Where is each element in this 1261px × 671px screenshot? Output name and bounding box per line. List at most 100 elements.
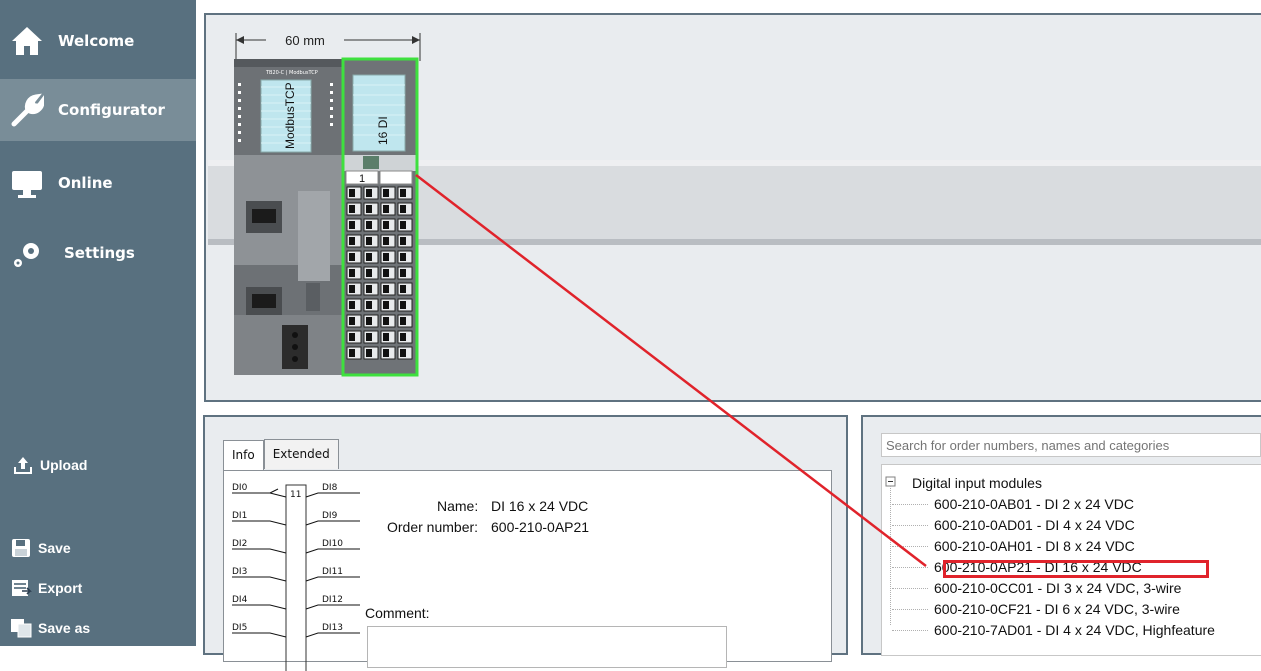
diagram-right-1: DI9: [322, 511, 338, 521]
name-value: DI 16 x 24 VDC: [491, 498, 589, 514]
terminal-hole: [366, 317, 372, 325]
terminal-hole: [349, 205, 355, 213]
name-label: Name:: [437, 498, 479, 514]
tree-item[interactable]: 600-210-7AD01 - DI 4 x 24 VDC, Highfeatu…: [934, 622, 1215, 638]
width-dimension-label: 60 mm: [285, 33, 325, 48]
save-button[interactable]: Save: [10, 538, 71, 558]
cpu-label: ModbusTCP: [283, 82, 297, 149]
terminal-hole: [383, 285, 389, 293]
save-as-icon: [11, 619, 32, 638]
terminal-hole: [383, 301, 389, 309]
terminal-hole: [383, 189, 389, 197]
io-diagram: DI0 DI1 DI2 DI3 DI4 DI5 DI8 DI9 DI10 DI1…: [232, 483, 360, 671]
monitor-icon: [12, 171, 42, 198]
diagram-marker: 11: [290, 490, 301, 500]
terminal-hole: [400, 285, 406, 293]
terminal-hole: [400, 237, 406, 245]
cpu-module[interactable]: TB20-C | ModbusTCP ModbusTCP: [234, 59, 342, 375]
nav-welcome[interactable]: Welcome: [0, 10, 196, 72]
diagram-right-3: DI11: [322, 567, 343, 577]
terminal-hole: [400, 301, 406, 309]
info-panel: Info Extended DI0 DI1 DI2 DI3 DI4 DI5 DI…: [203, 415, 848, 671]
wrench-icon: [11, 93, 44, 127]
terminal-hole: [349, 285, 355, 293]
terminal-hole: [383, 253, 389, 261]
terminal-hole: [349, 189, 355, 197]
terminal-hole: [383, 333, 389, 341]
terminal-hole: [400, 253, 406, 261]
catalog-panel: Digital input modules 600-210-0AB01 - DI…: [861, 415, 1261, 656]
terminal-hole: [383, 205, 389, 213]
nav-settings[interactable]: Settings: [0, 222, 196, 284]
save-as-label: Save as: [38, 620, 91, 636]
catalog-search-input[interactable]: [881, 433, 1261, 457]
nav-configurator-label: Configurator: [58, 101, 165, 119]
terminal-hole: [400, 317, 406, 325]
terminal-hole: [366, 333, 372, 341]
floppy-icon: [12, 539, 30, 557]
terminal-hole: [383, 269, 389, 277]
rack-view: 60 mm TB20-C | ModbusTCP ModbusTCP 16 DI…: [208, 32, 1261, 377]
terminal-hole: [366, 237, 372, 245]
tree-connector: [892, 567, 928, 568]
tab-extended[interactable]: Extended: [263, 439, 339, 469]
comment-label: Comment:: [365, 605, 430, 621]
tree-item[interactable]: 600-210-0AD01 - DI 4 x 24 VDC: [934, 517, 1135, 533]
tree-category-digital-input[interactable]: Digital input modules: [912, 475, 1042, 491]
info-tabs: Info Extended: [223, 439, 339, 470]
tree-item[interactable]: 600-210-0CC01 - DI 3 x 24 VDC, 3-wire: [934, 580, 1181, 596]
terminal-hole: [349, 253, 355, 261]
tab-info[interactable]: Info: [223, 440, 264, 470]
diagram-left-5: DI5: [232, 623, 247, 633]
tree-item[interactable]: 600-210-0AB01 - DI 2 x 24 VDC: [934, 496, 1134, 512]
terminal-hole: [383, 221, 389, 229]
terminal-hole: [400, 221, 406, 229]
terminal-hole: [400, 269, 406, 277]
export-button[interactable]: Export: [10, 578, 82, 598]
tree-item[interactable]: 600-210-0AH01 - DI 8 x 24 VDC: [934, 538, 1135, 554]
tree-item[interactable]: 600-210-0CF21 - DI 6 x 24 VDC, 3-wire: [934, 601, 1180, 617]
diagram-left-2: DI2: [232, 539, 247, 549]
nav-settings-label: Settings: [64, 244, 135, 262]
export-label: Export: [38, 580, 83, 596]
catalog-tree: Digital input modules 600-210-0AB01 - DI…: [881, 464, 1261, 656]
tree-connector: [892, 546, 928, 547]
order-number-label: Order number:: [387, 519, 479, 535]
terminal-hole: [400, 333, 406, 341]
terminal-hole: [366, 301, 372, 309]
tree-connector: [892, 630, 928, 631]
info-tab-body: DI0 DI1 DI2 DI3 DI4 DI5 DI8 DI9 DI10 DI1…: [223, 470, 832, 671]
nav-configurator[interactable]: Configurator: [0, 79, 196, 141]
tree-connector: [892, 504, 928, 505]
upload-icon: [14, 457, 32, 474]
terminal-hole: [366, 205, 372, 213]
terminal-hole: [383, 237, 389, 245]
terminal-hole: [366, 253, 372, 261]
tree-connector: [892, 588, 928, 589]
home-icon: [12, 27, 42, 55]
slot-number: 1: [359, 173, 365, 185]
nav-welcome-label: Welcome: [58, 32, 135, 50]
selection-highlight-box: [943, 560, 1209, 578]
diagram-right-2: DI10: [322, 539, 343, 549]
terminal-hole: [349, 349, 355, 357]
terminal-hole: [366, 349, 372, 357]
nav-online[interactable]: Online: [0, 152, 196, 214]
diagram-right-5: DI13: [322, 623, 343, 633]
terminal-hole: [349, 237, 355, 245]
terminal-hole: [349, 269, 355, 277]
terminal-hole: [400, 189, 406, 197]
diagram-right-4: DI12: [322, 595, 343, 605]
terminal-hole: [366, 189, 372, 197]
terminal-hole: [349, 221, 355, 229]
cpu-small-text: TB20-C | ModbusTCP: [265, 70, 318, 76]
module-label: 16 DI: [376, 116, 390, 145]
diagram-left-4: DI4: [232, 595, 248, 605]
terminal-hole: [383, 349, 389, 357]
di16-module[interactable]: 16 DI 1: [341, 57, 419, 377]
comment-field[interactable]: [367, 626, 727, 668]
save-as-button[interactable]: Save as: [10, 618, 90, 638]
gears-icon: [14, 243, 39, 267]
diagram-right-0: DI8: [322, 483, 338, 493]
upload-button[interactable]: Upload: [12, 455, 87, 475]
